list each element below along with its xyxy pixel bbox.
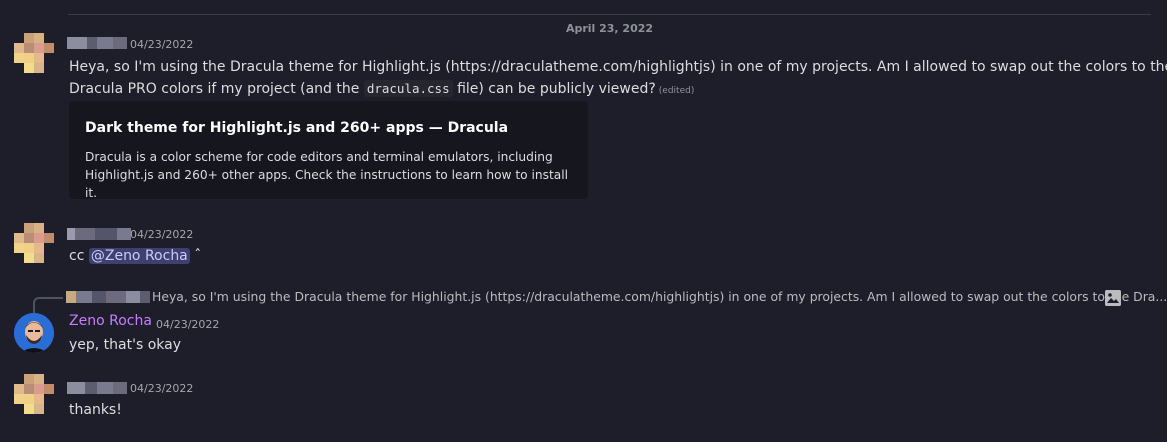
embed-title[interactable]: Dark theme for Highlight.js and 260+ app… — [85, 120, 508, 136]
date-divider: April 23, 2022 — [68, 14, 1151, 35]
date-divider-label: April 23, 2022 — [559, 22, 660, 35]
username[interactable]: Zeno Rocha — [69, 313, 152, 329]
avatar[interactable] — [14, 33, 54, 73]
reply-spine — [33, 297, 63, 313]
avatar[interactable] — [14, 223, 54, 263]
timestamp[interactable]: 04/23/2022 — [156, 318, 219, 331]
message-content: thanks! — [69, 402, 122, 418]
timestamp[interactable]: 04/23/2022 — [130, 382, 193, 395]
edited-indicator: (edited) — [658, 86, 695, 96]
message-link[interactable]: https://draculatheme.com/highlightjs — [451, 59, 710, 75]
embed-description: Dracula is a color scheme for code edito… — [85, 150, 568, 200]
link-embed: Dark theme for Highlight.js and 260+ app… — [69, 101, 588, 200]
username-redacted[interactable] — [67, 228, 131, 240]
user-mention[interactable]: @Zeno Rocha — [88, 248, 190, 264]
username-redacted[interactable] — [67, 37, 127, 49]
timestamp[interactable]: 04/23/2022 — [130, 38, 193, 51]
replied-username-redacted[interactable] — [66, 291, 150, 303]
image-icon — [1105, 290, 1121, 306]
message-content: Heya, so I'm using the Dracula theme for… — [69, 59, 1167, 97]
avatar[interactable] — [14, 374, 54, 414]
reply-preview[interactable]: Heya, so I'm using the Dracula theme for… — [152, 289, 1167, 304]
username-redacted[interactable] — [67, 382, 127, 394]
inline-code: dracula.css — [363, 80, 453, 97]
avatar[interactable] — [14, 313, 54, 353]
message-content: yep, that's okay — [69, 337, 181, 353]
message-content: cc @Zeno Rocha ˆ — [69, 248, 202, 264]
timestamp[interactable]: 04/23/2022 — [130, 228, 193, 241]
